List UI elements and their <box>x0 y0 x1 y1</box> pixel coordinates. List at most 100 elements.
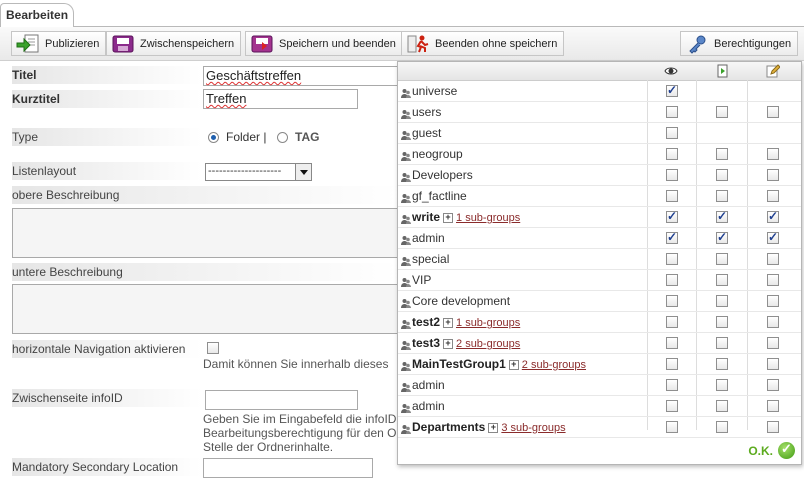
hnav-checkbox[interactable] <box>207 342 219 354</box>
permission-checkbox[interactable] <box>716 106 728 118</box>
permission-checkbox[interactable] <box>767 421 779 433</box>
group-name: test3 +2 sub-groups <box>412 336 520 350</box>
group-icon <box>401 423 411 434</box>
subgroups-link[interactable]: 2 sub-groups <box>522 359 586 371</box>
group-row: gf_factline <box>398 186 801 207</box>
permission-checkbox[interactable] <box>666 400 678 412</box>
group-row: test3 +2 sub-groups <box>398 333 801 354</box>
group-name: Core development <box>412 294 510 308</box>
title-label: Titel <box>12 66 202 84</box>
permission-checkbox[interactable] <box>767 169 779 181</box>
group-name-text: write <box>412 210 441 224</box>
permission-checkbox[interactable] <box>666 127 678 139</box>
permission-checkbox[interactable] <box>716 274 728 286</box>
view-icon <box>664 67 678 75</box>
permissions-button[interactable]: Berechtigungen <box>680 31 799 56</box>
expand-plus-icon[interactable]: + <box>443 317 454 328</box>
mandatory-location-input[interactable] <box>203 458 373 478</box>
permission-checkbox[interactable] <box>666 295 678 307</box>
permission-checkbox[interactable] <box>767 295 779 307</box>
mandatory-location-label: Mandatory Secondary Location <box>12 458 202 476</box>
group-name: users <box>412 105 441 119</box>
permission-checkbox[interactable] <box>666 230 678 244</box>
group-icon <box>401 234 411 245</box>
group-icon <box>401 360 411 371</box>
permission-checkbox[interactable] <box>716 169 728 181</box>
group-row: universe <box>398 81 801 102</box>
permission-checkbox[interactable] <box>716 148 728 160</box>
permission-checkbox[interactable] <box>666 253 678 265</box>
permission-checkbox[interactable] <box>767 316 779 328</box>
interpage-input[interactable] <box>205 390 358 410</box>
expand-plus-icon[interactable]: + <box>508 359 519 370</box>
permission-checkbox[interactable] <box>666 358 678 370</box>
permission-checkbox[interactable] <box>666 169 678 181</box>
subgroups-link[interactable]: 1 sub-groups <box>456 212 520 224</box>
close-nosave-button[interactable]: Beenden ohne speichern <box>401 31 565 56</box>
expand-plus-icon[interactable]: + <box>443 338 454 349</box>
subgroups-link[interactable]: 2 sub-groups <box>456 338 520 350</box>
group-name: VIP <box>412 273 431 287</box>
tab-bearbeiten[interactable]: Bearbeiten <box>0 3 74 27</box>
subgroups-link[interactable]: 3 sub-groups <box>501 422 565 434</box>
subgroups-link[interactable]: 1 sub-groups <box>456 317 520 329</box>
group-icon <box>401 150 411 161</box>
type-label: Type <box>12 128 202 146</box>
save-close-button[interactable]: Speichern und beenden <box>245 31 403 56</box>
permission-checkbox[interactable] <box>767 209 779 223</box>
permission-checkbox[interactable] <box>716 358 728 370</box>
permission-checkbox[interactable] <box>716 190 728 202</box>
permission-checkbox[interactable] <box>666 209 678 223</box>
ok-check-icon[interactable] <box>778 441 795 459</box>
publish-button[interactable]: Publizieren <box>11 31 107 56</box>
permission-checkbox[interactable] <box>767 230 779 244</box>
group-icon <box>401 87 411 98</box>
lower-desc-textarea[interactable] <box>12 284 398 334</box>
interpage-desc-3: Stelle der Ordnerinhalte. <box>203 440 334 454</box>
permission-checkbox[interactable] <box>767 253 779 265</box>
list-layout-select[interactable]: -------------------- <box>205 163 312 181</box>
save-draft-button[interactable]: Zwischenspeichern <box>106 31 242 56</box>
permission-checkbox[interactable] <box>767 400 779 412</box>
permission-checkbox[interactable] <box>767 337 779 349</box>
hnav-label: horizontale Navigation aktivieren <box>12 340 202 358</box>
edit-icon <box>766 64 780 78</box>
ok-label[interactable]: O.K. <box>748 444 773 458</box>
permission-checkbox[interactable] <box>666 274 678 286</box>
permission-checkbox[interactable] <box>716 400 728 412</box>
permission-checkbox[interactable] <box>767 274 779 286</box>
permission-checkbox[interactable] <box>767 148 779 160</box>
permission-checkbox[interactable] <box>716 209 728 223</box>
permission-checkbox[interactable] <box>666 421 678 433</box>
permission-checkbox[interactable] <box>767 190 779 202</box>
expand-plus-icon[interactable]: + <box>488 422 499 433</box>
type-tag-radio[interactable] <box>277 132 288 143</box>
lower-desc-label: untere Beschreibung <box>12 263 398 281</box>
permission-checkbox[interactable] <box>666 337 678 349</box>
permission-checkbox[interactable] <box>716 253 728 265</box>
group-icon <box>401 339 411 350</box>
upper-desc-textarea[interactable] <box>12 208 398 258</box>
permission-checkbox[interactable] <box>666 83 678 97</box>
interpage-label: Zwischenseite infoID <box>12 389 202 407</box>
permission-checkbox[interactable] <box>716 379 728 391</box>
permission-checkbox[interactable] <box>716 316 728 328</box>
permission-checkbox[interactable] <box>716 421 728 433</box>
permission-checkbox[interactable] <box>767 106 779 118</box>
type-folder-radio[interactable] <box>208 132 219 143</box>
type-tag-label: TAG <box>295 130 320 144</box>
expand-plus-icon[interactable]: + <box>443 212 454 223</box>
permission-checkbox[interactable] <box>716 295 728 307</box>
publish-icon <box>15 34 41 54</box>
permission-checkbox[interactable] <box>666 190 678 202</box>
permission-checkbox[interactable] <box>666 148 678 160</box>
permission-checkbox[interactable] <box>767 358 779 370</box>
permission-checkbox[interactable] <box>666 316 678 328</box>
permission-checkbox[interactable] <box>716 337 728 349</box>
short-title-input[interactable]: Treffen <box>203 89 358 109</box>
permission-checkbox[interactable] <box>716 230 728 244</box>
permission-checkbox[interactable] <box>666 106 678 118</box>
permission-checkbox[interactable] <box>666 379 678 391</box>
permission-checkbox[interactable] <box>767 379 779 391</box>
title-input[interactable]: Geschäftstreffen <box>203 66 399 86</box>
